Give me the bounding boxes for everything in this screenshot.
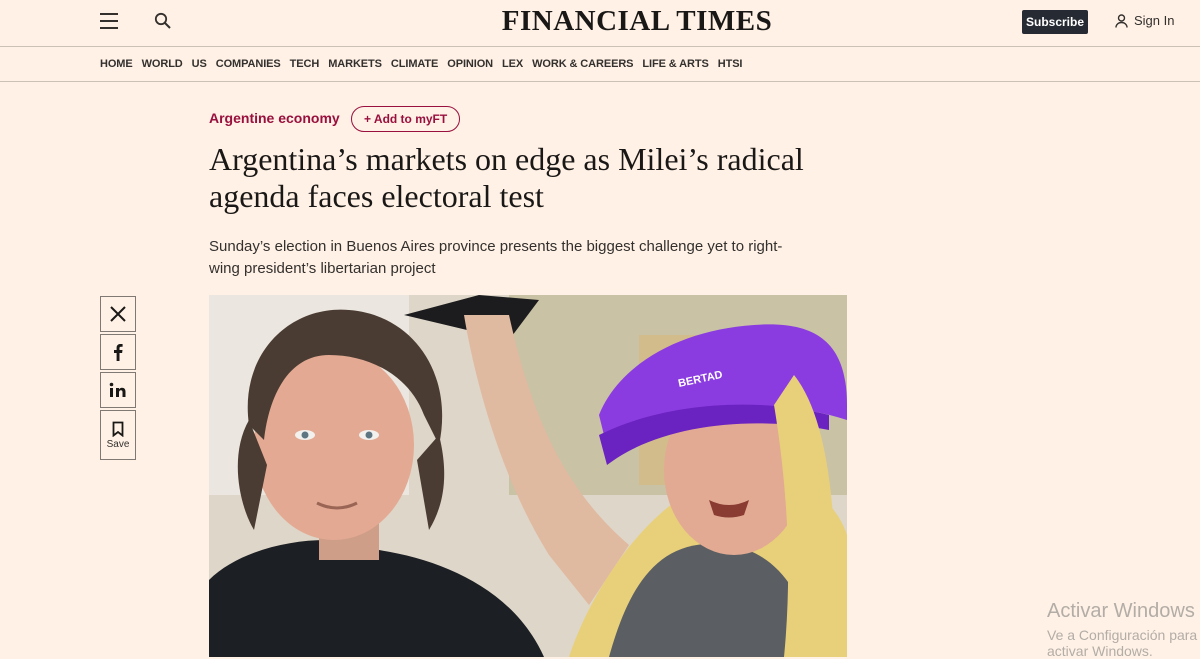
share-facebook-button[interactable] xyxy=(100,334,136,370)
standfirst-line-2: wing president’s libertarian project xyxy=(209,260,436,277)
nav-world[interactable]: WORLD xyxy=(142,58,183,70)
watermark-line-2: Ve a Configuración para activar Windows. xyxy=(1047,627,1198,659)
nav-companies[interactable]: COMPANIES xyxy=(216,58,281,70)
headline-line-2: agenda faces electoral test xyxy=(209,178,544,214)
nav-life-arts[interactable]: LIFE & ARTS xyxy=(642,58,708,70)
article-standfirst: Sunday’s election in Buenos Aires provin… xyxy=(209,236,839,280)
watermark-line-1: Activar Windows xyxy=(1047,600,1195,622)
nav-divider xyxy=(0,81,1200,82)
save-label: Save xyxy=(106,438,130,450)
share-toolbar: Save xyxy=(100,296,136,462)
user-icon xyxy=(1115,13,1128,28)
standfirst-line-1: Sunday’s election in Buenos Aires provin… xyxy=(209,238,783,255)
topic-link[interactable]: Argentine economy xyxy=(209,110,340,126)
nav-lex[interactable]: LEX xyxy=(502,58,523,70)
article-photo: BERTAD xyxy=(209,295,847,657)
nav-tech[interactable]: TECH xyxy=(290,58,320,70)
nav-htsi[interactable]: HTSI xyxy=(718,58,743,70)
main-nav: HOME WORLD US COMPANIES TECH MARKETS CLI… xyxy=(100,47,742,80)
site-header: FINANCIAL TIMES Subscribe Sign In xyxy=(0,0,1200,47)
menu-icon[interactable] xyxy=(100,13,118,29)
share-x-button[interactable] xyxy=(100,296,136,332)
subscribe-button[interactable]: Subscribe xyxy=(1022,10,1088,34)
save-button[interactable]: Save xyxy=(100,410,136,460)
nav-us[interactable]: US xyxy=(192,58,207,70)
share-linkedin-button[interactable] xyxy=(100,372,136,408)
nav-home[interactable]: HOME xyxy=(100,58,133,70)
bookmark-icon xyxy=(112,421,124,437)
nav-markets[interactable]: MARKETS xyxy=(328,58,382,70)
linkedin-icon xyxy=(109,382,126,397)
nav-work-careers[interactable]: WORK & CAREERS xyxy=(532,58,633,70)
sign-in-link[interactable]: Sign In xyxy=(1115,13,1174,28)
article-headline: Argentina’s markets on edge as Milei’s r… xyxy=(209,141,849,215)
search-icon[interactable] xyxy=(154,12,172,35)
windows-activation-watermark: Activar Windows Ve a Configuración para … xyxy=(1047,600,1200,659)
headline-line-1: Argentina’s markets on edge as Milei’s r… xyxy=(209,141,804,177)
sign-in-label: Sign In xyxy=(1134,13,1175,28)
site-logo[interactable]: FINANCIAL TIMES xyxy=(0,5,1200,38)
add-to-myft-button[interactable]: + Add to myFT xyxy=(351,106,461,132)
x-icon xyxy=(110,306,126,322)
facebook-icon xyxy=(114,344,123,361)
nav-opinion[interactable]: OPINION xyxy=(447,58,493,70)
nav-climate[interactable]: CLIMATE xyxy=(391,58,438,70)
